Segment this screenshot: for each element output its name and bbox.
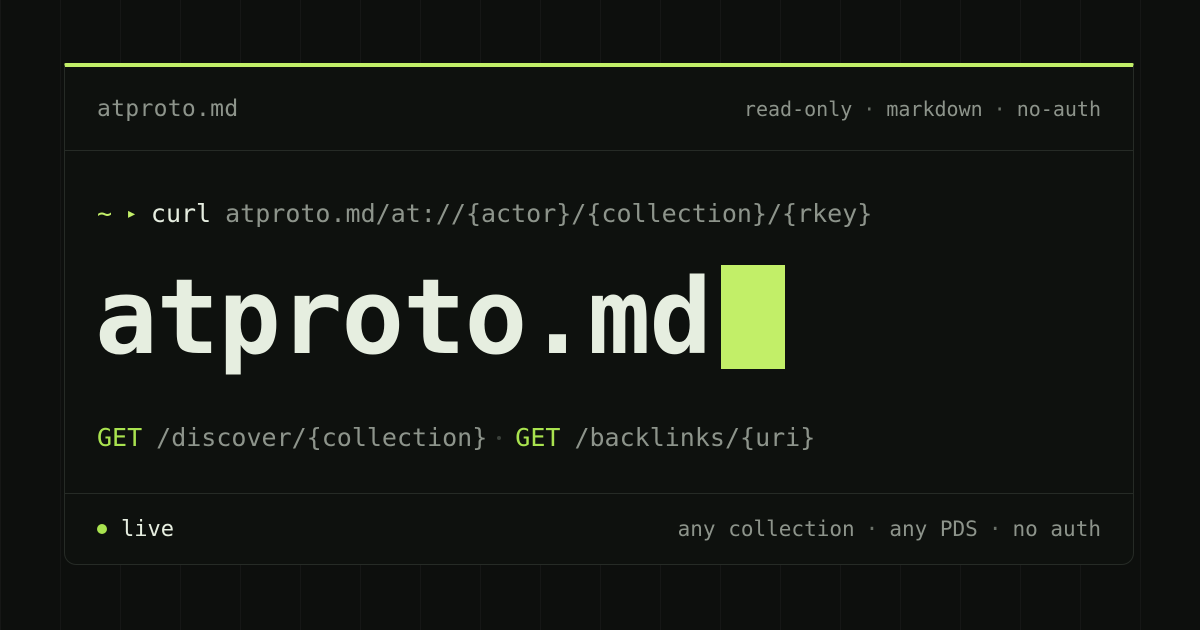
live-dot-icon (97, 524, 107, 534)
hero-title: atproto.md (95, 256, 786, 378)
route-list: GET /discover/{collection} GET /backlink… (97, 423, 815, 452)
route-separator (497, 435, 502, 440)
command-prompt: ~ ▸ curl atproto.md/at://{actor}/{collec… (97, 199, 872, 228)
brand-name: atproto.md (97, 95, 239, 122)
block-cursor-icon (721, 265, 786, 369)
route-path-discover: /discover/{collection} (156, 423, 488, 452)
status-indicator: live (97, 517, 174, 542)
tag-separator: · (865, 517, 879, 541)
status-label: live (121, 516, 174, 542)
card-footer: live any collection · any PDS · no auth (65, 493, 1133, 564)
tag-separator: · (993, 96, 1006, 121)
tag-any-pds: any PDS (889, 517, 978, 541)
home-tilde: ~ (97, 199, 113, 228)
command-name: curl (150, 199, 212, 228)
command-argument: atproto.md/at://{actor}/{collection}/{rk… (225, 199, 873, 228)
prompt-arrow-icon: ▸ (126, 203, 137, 224)
tag-any-collection: any collection (677, 517, 855, 541)
tag-no-auth: no-auth (1016, 96, 1101, 121)
tag-no-auth-footer: no auth (1012, 517, 1101, 541)
tag-separator: · (988, 517, 1002, 541)
route-method: GET (515, 423, 561, 452)
terminal-card: atproto.md read-only · markdown · no-aut… (64, 63, 1134, 565)
card-header: atproto.md read-only · markdown · no-aut… (65, 67, 1133, 151)
footer-tags: any collection · any PDS · no auth (678, 517, 1101, 541)
route-method: GET (97, 423, 143, 452)
route-path-backlinks: /backlinks/{uri} (574, 423, 816, 452)
tag-markdown: markdown (886, 96, 983, 121)
header-tags: read-only · markdown · no-auth (744, 97, 1101, 121)
tag-separator: · (863, 96, 876, 121)
hero-title-text: atproto.md (95, 256, 712, 378)
tag-read-only: read-only (743, 96, 853, 121)
